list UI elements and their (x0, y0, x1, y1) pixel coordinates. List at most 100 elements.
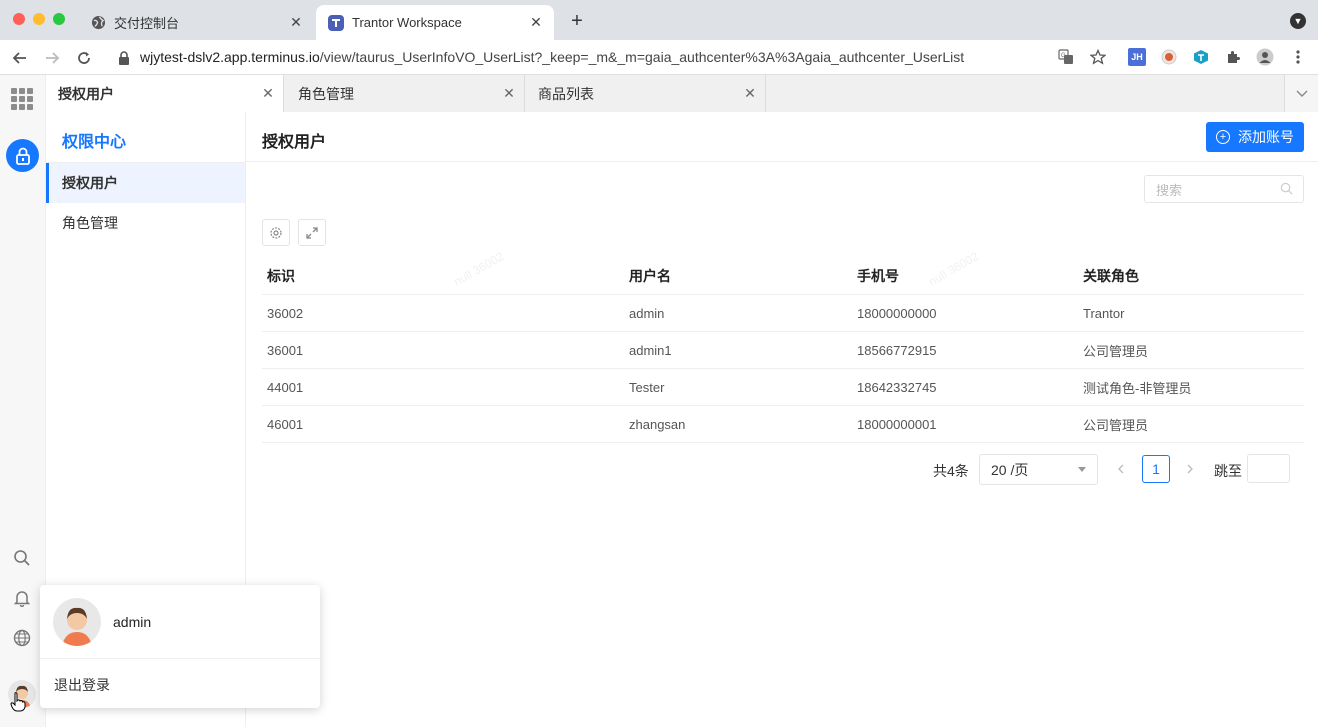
table-cell: 46001 (267, 416, 304, 432)
table-cell: 18000000001 (857, 416, 937, 432)
caret-down-icon (1078, 467, 1086, 472)
expand-icon (306, 226, 318, 239)
fullscreen-button[interactable] (298, 219, 326, 246)
table-cell: 18000000000 (857, 305, 937, 321)
table-cell: 公司管理员 (1083, 343, 1149, 359)
user-avatar-large (53, 598, 101, 646)
bookmark-star-icon[interactable] (1089, 48, 1107, 66)
language-globe-icon[interactable] (12, 628, 32, 648)
search-icon[interactable] (12, 548, 32, 568)
forward-arrow-icon[interactable] (41, 47, 63, 69)
url-host: wjytest-dslv2.app.terminus.io (140, 49, 320, 65)
puzzle-extensions-icon[interactable] (1224, 48, 1242, 66)
close-icon[interactable]: ✕ (735, 85, 765, 102)
gear-icon (270, 226, 282, 239)
page-tab-label: 角色管理 (298, 85, 354, 102)
page-title: 授权用户 (262, 134, 327, 151)
apps-grid-icon[interactable] (11, 88, 33, 110)
table-row[interactable]: 44001 Tester 18642332745 测试角色-非管理员 (262, 369, 1304, 406)
address-bar[interactable]: wjytest-dslv2.app.terminus.io/view/tauru… (140, 49, 964, 65)
user-name: admin (113, 614, 152, 630)
browser-tab-console[interactable]: 交付控制台 ✕ (78, 5, 314, 40)
hand-cursor-icon (10, 692, 26, 715)
search-placeholder: 搜索 (1156, 182, 1183, 198)
search-icon (1280, 182, 1293, 198)
prev-page-icon[interactable] (1112, 460, 1130, 478)
translate-icon[interactable]: G (1057, 48, 1075, 66)
page-tab-role-management[interactable]: 角色管理 ✕ (286, 75, 525, 112)
tab-search-icon[interactable]: ▼ (1290, 13, 1306, 29)
next-page-icon[interactable] (1181, 460, 1199, 478)
table-cell: Trantor (1083, 305, 1125, 321)
settings-button[interactable] (262, 219, 290, 246)
chevron-down-icon[interactable] (1284, 75, 1318, 112)
trantor-logo-icon (328, 14, 344, 31)
table-cell: admin1 (629, 342, 672, 358)
url-path: /view/taurus_UserInfoVO_UserList?_keep=_… (319, 49, 965, 65)
column-header[interactable]: 手机号 (857, 257, 899, 294)
page-size-select[interactable]: 20 /页 (979, 454, 1098, 485)
reload-icon[interactable] (73, 47, 95, 69)
browser-tab-strip: 交付控制台 ✕ Trantor Workspace ✕ + ▼ (0, 0, 1318, 40)
close-icon[interactable]: ✕ (526, 13, 546, 33)
table-header: 标识 用户名 手机号 关联角色 (262, 257, 1304, 295)
maximize-window-button[interactable] (53, 13, 65, 25)
column-header[interactable]: 标识 (267, 257, 295, 294)
table-cell: zhangsan (629, 416, 686, 432)
logout-button[interactable]: 退出登录 (54, 675, 110, 695)
permission-center-button[interactable] (6, 139, 39, 172)
column-header[interactable]: 关联角色 (1083, 257, 1139, 294)
table-cell: 公司管理员 (1083, 417, 1149, 433)
sidebar-item-role-management[interactable]: 角色管理 (46, 203, 245, 243)
table-row[interactable]: 36001 admin1 18566772915 公司管理员 (262, 332, 1304, 369)
table-cell: 44001 (267, 379, 304, 395)
table-cell: 测试角色-非管理员 (1083, 380, 1192, 396)
browser-tab-title: 交付控制台 (114, 16, 180, 31)
page-number-current[interactable]: 1 (1142, 455, 1170, 483)
page-header: 授权用户 + 添加账号 (246, 112, 1318, 162)
add-account-button[interactable]: + 添加账号 (1206, 122, 1304, 152)
close-icon[interactable]: ✕ (286, 13, 306, 33)
table-cell: 18566772915 (857, 342, 937, 358)
table-row[interactable]: 36002 admin 18000000000 Trantor (262, 295, 1304, 332)
page-tab-authorized-users[interactable]: 授权用户 ✕ (46, 75, 284, 112)
table-cell: 36002 (267, 305, 304, 321)
sidebar-item-authorized-users[interactable]: 授权用户 (46, 163, 245, 203)
page-tab-product-list[interactable]: 商品列表 ✕ (526, 75, 766, 112)
svg-text:G: G (1061, 53, 1066, 59)
unlock-icon (15, 147, 30, 165)
jump-label: 跳至 (1214, 463, 1242, 479)
close-icon[interactable]: ✕ (253, 85, 283, 102)
jh-extension-icon[interactable]: JH (1128, 48, 1146, 66)
jump-page-input[interactable] (1247, 454, 1290, 483)
column-header[interactable]: 用户名 (629, 257, 671, 294)
table-cell: 36001 (267, 342, 304, 358)
total-count: 共4条 (933, 463, 969, 479)
table-cell: Tester (629, 379, 665, 395)
close-icon[interactable]: ✕ (494, 85, 524, 102)
record-extension-icon[interactable] (1160, 48, 1178, 66)
plus-circle-icon: + (1216, 130, 1230, 144)
profile-icon[interactable] (1256, 48, 1274, 66)
table-cell: admin (629, 305, 665, 321)
lock-icon[interactable] (113, 47, 135, 69)
new-tab-button[interactable]: + (566, 10, 588, 32)
minimize-window-button[interactable] (33, 13, 45, 25)
pagination: 共4条 20 /页 1 跳至 (246, 454, 1318, 486)
cube-extension-icon[interactable] (1192, 48, 1210, 66)
page-tab-label: 商品列表 (538, 85, 594, 102)
browser-toolbar: wjytest-dslv2.app.terminus.io/view/tauru… (0, 40, 1318, 75)
page-size-value: 20 /页 (991, 461, 1029, 478)
jh-extension-label: JH (1128, 48, 1146, 66)
close-window-button[interactable] (13, 13, 25, 25)
main-content: 授权用户 + 添加账号 搜索 标识 用户名 手机号 关联角色 36002 adm… (246, 112, 1318, 727)
search-input[interactable]: 搜索 (1144, 175, 1304, 203)
sidebar-title: 权限中心 (62, 134, 127, 151)
back-arrow-icon[interactable] (9, 47, 31, 69)
add-account-label: 添加账号 (1238, 129, 1294, 145)
table-row[interactable]: 46001 zhangsan 18000000001 公司管理员 (262, 406, 1304, 443)
browser-tab-trantor[interactable]: Trantor Workspace ✕ (316, 5, 554, 40)
bell-icon[interactable] (12, 588, 32, 608)
more-menu-icon[interactable] (1289, 48, 1307, 66)
user-popover: admin 退出登录 (40, 585, 320, 708)
